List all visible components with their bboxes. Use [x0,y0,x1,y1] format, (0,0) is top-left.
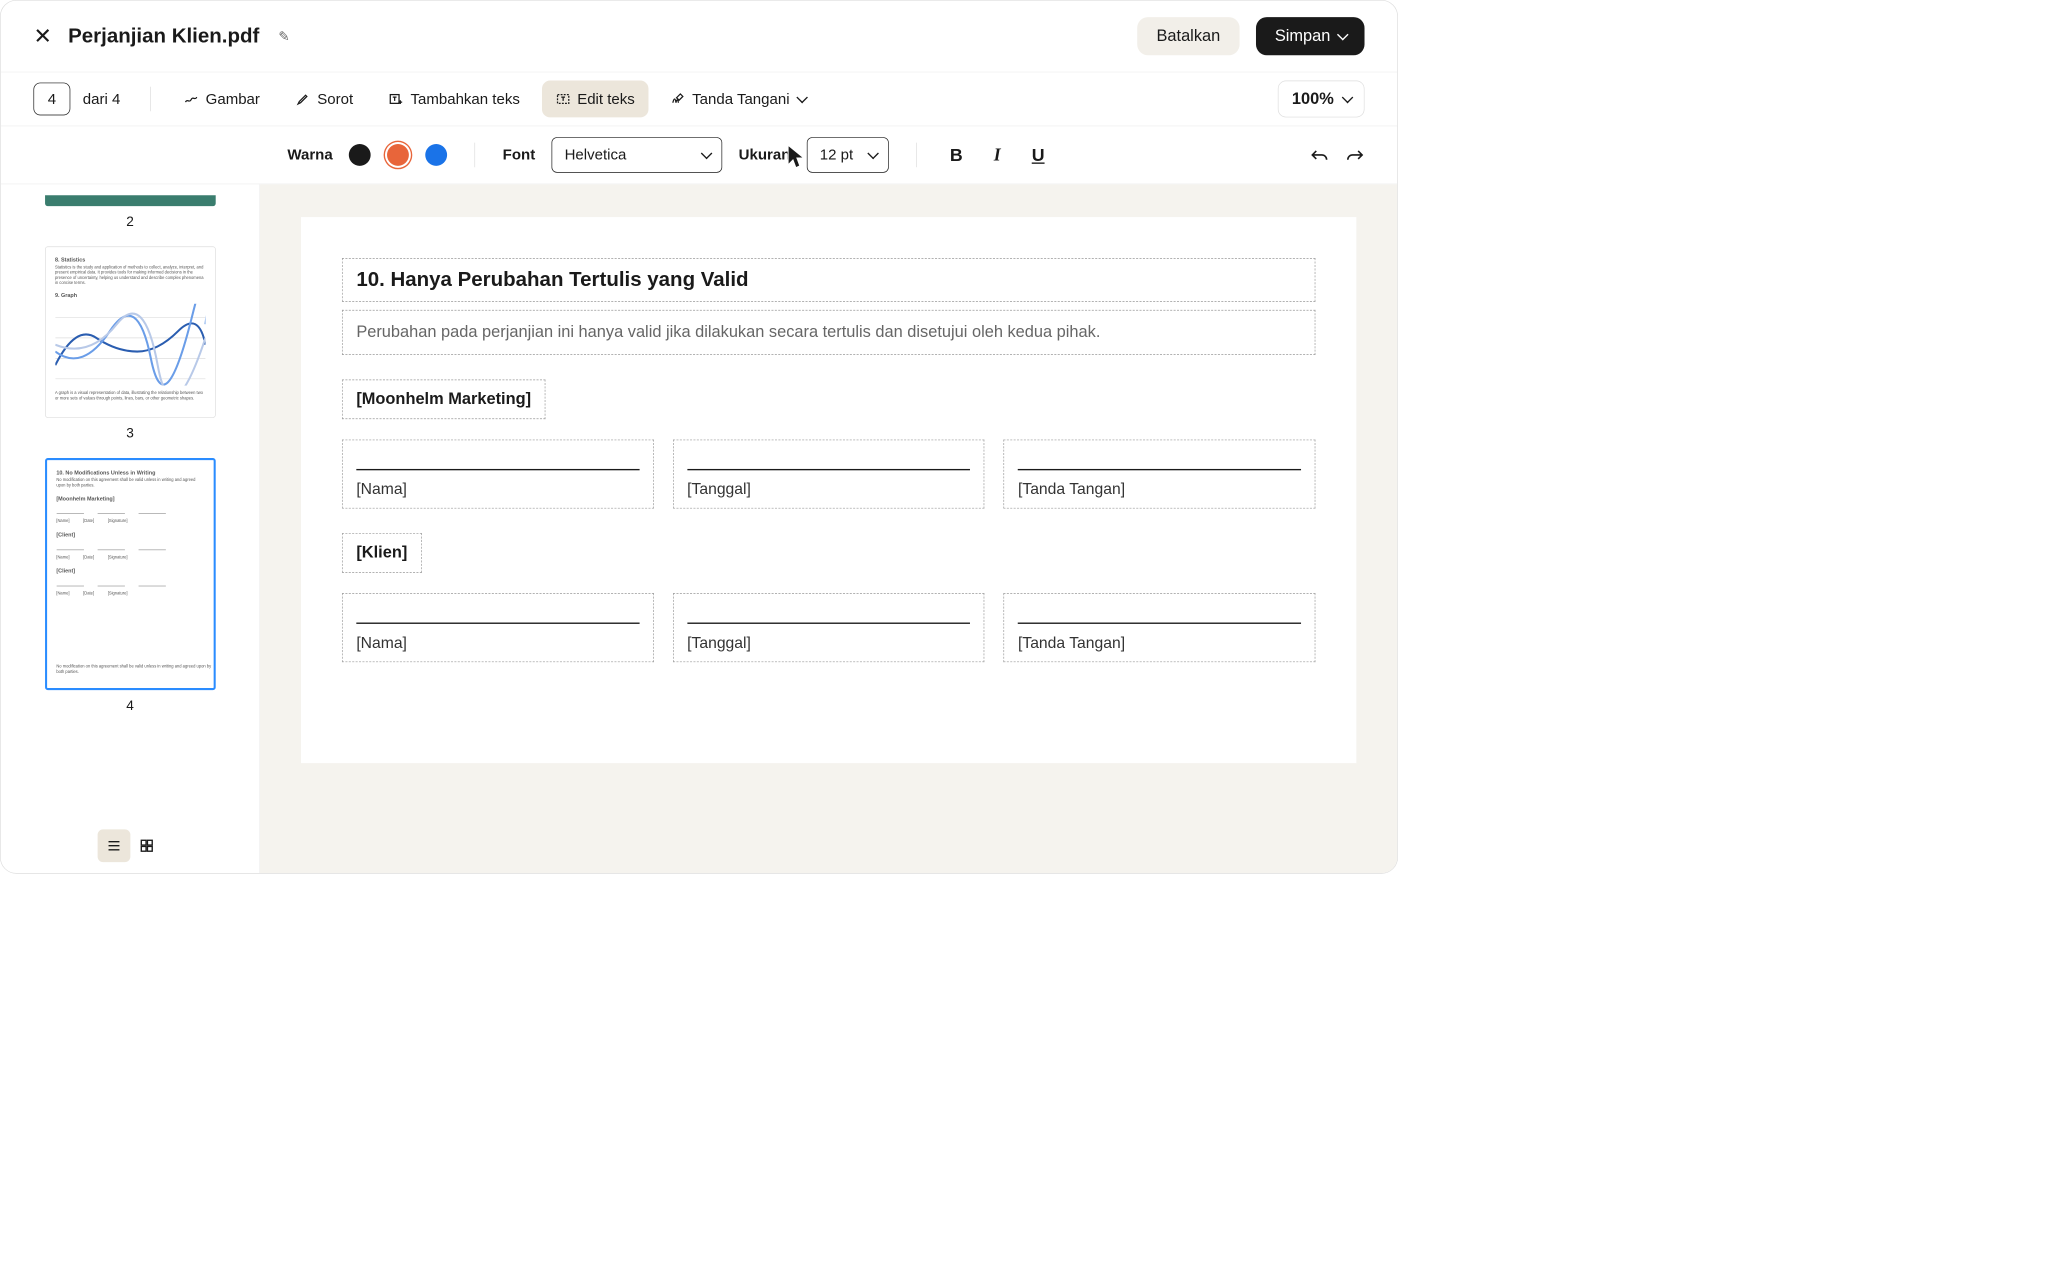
bold-button[interactable]: B [944,144,969,165]
divider [475,143,476,168]
tool-sign[interactable]: Tanda Tangani [657,81,819,118]
highlighter-icon [295,91,310,106]
signature-icon [670,91,685,106]
format-bar: Warna Font Helvetica Ukuran 12 pt B I U [1,126,1398,184]
chevron-down-icon [701,148,713,160]
color-black[interactable] [349,144,371,166]
color-blue[interactable] [426,144,448,166]
thumb-label-4: 4 [126,698,134,714]
text-edit-icon [555,91,570,106]
toolbar: 4 dari 4 Gambar Sorot Tambahkan teks [1,72,1398,126]
chevron-down-icon [1337,29,1349,41]
signature-row-2: [Nama] [Tanggal] [Tanda Tangan] [342,593,1315,662]
chevron-down-icon [1342,92,1354,104]
signature-field[interactable]: [Tanda Tangan] [1004,593,1316,662]
header: ✕ Perjanjian Klien.pdf ✎ Batalkan Simpan [1,1,1398,73]
thumbnail-sidebar: 2 8. Statistics Statistics is the study … [1,184,260,873]
signature-row-1: [Nama] [Tanggal] [Tanda Tangan] [342,440,1315,509]
name-field[interactable]: [Nama] [342,593,654,662]
divider [150,87,151,112]
page-total: dari 4 [83,90,121,108]
name-field[interactable]: [Nama] [342,440,654,509]
save-button[interactable]: Simpan [1256,17,1365,55]
size-label: Ukuran [739,146,791,164]
tool-draw[interactable]: Gambar [170,81,273,118]
chevron-down-icon [867,148,879,160]
save-label: Simpan [1275,27,1331,46]
party1-label: [Moonhelm Marketing] [356,390,531,409]
cancel-button[interactable]: Batalkan [1137,17,1239,55]
thumb-page-2[interactable] [45,195,216,206]
view-toggle [97,816,163,862]
file-title: Perjanjian Klien.pdf [68,25,259,48]
chevron-down-icon [796,92,808,104]
thumb-page-3[interactable]: 8. Statistics Statistics is the study an… [45,246,216,417]
pencil-icon[interactable]: ✎ [278,28,289,45]
section-body: Perubahan pada perjanjian ini hanya vali… [356,320,1301,345]
redo-icon[interactable] [1345,148,1364,162]
date-field[interactable]: [Tanggal] [673,593,985,662]
thumb-label-3: 3 [126,426,134,442]
canvas[interactable]: 10. Hanya Perubahan Tertulis yang Valid … [260,184,1397,873]
tool-add-text[interactable]: Tambahkan teks [375,81,534,118]
thumb-page-4[interactable]: 10. No Modifications Unless in Writing N… [45,458,216,690]
document-page: 10. Hanya Perubahan Tertulis yang Valid … [301,217,1356,763]
party2-label: [Klien] [356,543,407,562]
party2-box[interactable]: [Klien] [342,533,422,573]
page-input[interactable]: 4 [33,83,70,116]
party1-box[interactable]: [Moonhelm Marketing] [342,380,545,420]
section-title: 10. Hanya Perubahan Tertulis yang Valid [356,268,1301,291]
grid-view-icon[interactable] [130,829,163,862]
list-view-icon[interactable] [97,829,130,862]
underline-button[interactable]: U [1026,144,1051,165]
section-title-box[interactable]: 10. Hanya Perubahan Tertulis yang Valid [342,258,1315,302]
signature-field[interactable]: [Tanda Tangan] [1004,440,1316,509]
tool-edit-text[interactable]: Edit teks [542,81,649,118]
scribble-icon [184,91,199,106]
text-add-icon [389,91,404,106]
date-field[interactable]: [Tanggal] [673,440,985,509]
thumb-label-2: 2 [126,214,134,230]
section-body-box[interactable]: Perubahan pada perjanjian ini hanya vali… [342,310,1315,355]
size-dropdown[interactable]: 12 pt [807,137,889,172]
font-label: Font [503,146,536,164]
tool-highlight[interactable]: Sorot [282,81,367,118]
font-dropdown[interactable]: Helvetica [552,137,723,172]
close-icon[interactable]: ✕ [33,23,51,49]
undo-icon[interactable] [1310,148,1329,162]
zoom-dropdown[interactable]: 100% [1278,81,1365,118]
divider [916,143,917,168]
italic-button[interactable]: I [985,145,1010,165]
color-label: Warna [287,146,332,164]
color-orange[interactable] [387,144,409,166]
